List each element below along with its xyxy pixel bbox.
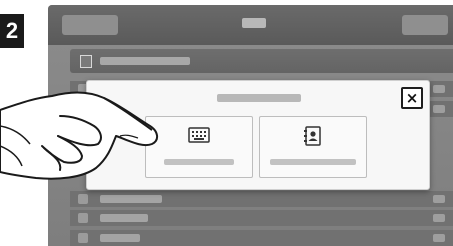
row-icon [78, 213, 88, 223]
row-end-icon [433, 105, 445, 113]
row-icon [78, 194, 88, 204]
address-book-icon [304, 126, 321, 146]
top-bar [48, 5, 453, 45]
row-label [100, 195, 162, 203]
row-end-icon [433, 85, 445, 93]
row-icon [78, 233, 88, 243]
row-label [100, 234, 140, 242]
list-item[interactable] [70, 191, 453, 207]
row-label [100, 214, 148, 222]
document-icon [80, 55, 92, 68]
option-caption [164, 159, 234, 165]
user-button[interactable] [62, 15, 118, 35]
pointing-hand-illustration [0, 91, 158, 180]
step-badge: 2 [0, 14, 24, 48]
sub-bar[interactable] [70, 49, 453, 73]
keyboard-icon [188, 127, 210, 143]
list-item[interactable] [70, 210, 453, 226]
dialog-title [217, 94, 301, 102]
row-end-icon [433, 195, 445, 203]
top-right-button[interactable] [402, 15, 448, 35]
row-end-icon [433, 234, 445, 242]
option-caption [270, 159, 356, 165]
screen-title [242, 18, 266, 28]
sub-bar-label [100, 57, 190, 65]
row-end-icon [433, 214, 445, 222]
close-button[interactable]: × [401, 87, 423, 109]
list-item[interactable] [70, 230, 453, 246]
address-book-option[interactable] [259, 116, 367, 178]
